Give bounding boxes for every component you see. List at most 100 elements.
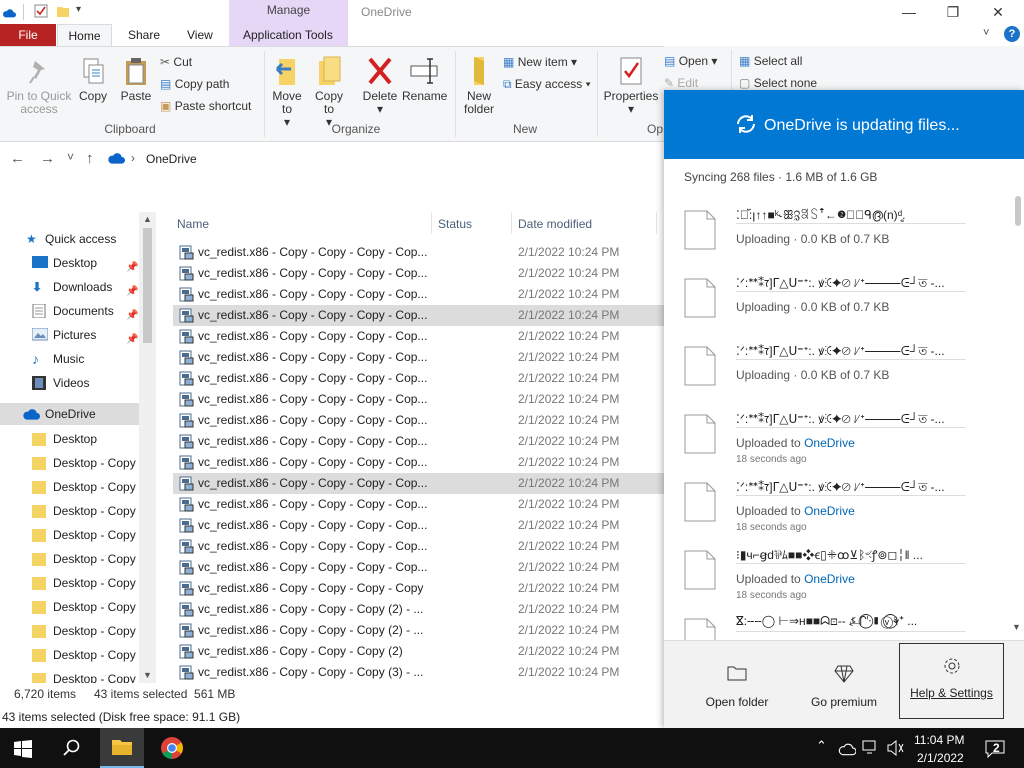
easy-access-button[interactable]: ⧉ Easy access ▾ bbox=[503, 75, 591, 93]
column-divider[interactable] bbox=[656, 212, 657, 234]
file-explorer-taskbar-button[interactable] bbox=[100, 728, 144, 768]
activity-item[interactable]: ⁚ᐟ:ᕯ⁑ᰅ]ᒥ△ᑌ⁼ᐩ:. ꝟꖀ✦⊘ ᜱᐩ⸻ᕮ┘ত -... Uploaded … bbox=[684, 410, 1004, 478]
tab-home[interactable]: Home bbox=[57, 24, 112, 47]
recent-locations-button[interactable]: ˅ bbox=[67, 150, 74, 164]
activity-scroll-down-icon[interactable]: ▼ bbox=[1012, 622, 1021, 632]
nav-scroll-up-icon[interactable]: ▲ bbox=[143, 214, 152, 224]
search-icon[interactable] bbox=[63, 739, 81, 757]
network-icon[interactable] bbox=[862, 740, 880, 756]
help-icon[interactable]: ? bbox=[1004, 26, 1020, 42]
file-row[interactable]: vc_redist.x86 - Copy - Copy - Copy - Cop… bbox=[173, 473, 664, 494]
file-row[interactable]: vc_redist.x86 - Copy - Copy - Copy - Cop… bbox=[173, 452, 664, 473]
network-cloud-icon[interactable] bbox=[838, 742, 856, 756]
new-item-button[interactable]: ▦ New item ▾ bbox=[503, 53, 577, 71]
tray-expand-icon[interactable]: ⌃ bbox=[816, 738, 827, 754]
nav-scroll-down-icon[interactable]: ▼ bbox=[143, 670, 152, 680]
file-row[interactable]: vc_redist.x86 - Copy - Copy - Copy - Cop… bbox=[173, 284, 664, 305]
file-row[interactable]: vc_redist.x86 - Copy - Copy - Copy (2) -… bbox=[173, 620, 664, 641]
paste-shortcut-button[interactable]: ▣ Paste shortcut bbox=[160, 97, 251, 115]
new-folder-quick-icon[interactable] bbox=[56, 4, 70, 18]
clock-time[interactable]: 11:04 PM bbox=[914, 733, 964, 747]
file-row[interactable]: vc_redist.x86 - Copy - Copy - Copy - Cop… bbox=[173, 389, 664, 410]
column-date-modified[interactable]: Date modified bbox=[518, 217, 592, 231]
column-divider[interactable] bbox=[431, 212, 432, 234]
file-row[interactable]: vc_redist.x86 - Copy - Copy - Copy - Cop… bbox=[173, 578, 664, 599]
file-row[interactable]: vc_redist.x86 - Copy - Copy - Copy - Cop… bbox=[173, 347, 664, 368]
file-row[interactable]: vc_redist.x86 - Copy - Copy - Copy - Cop… bbox=[173, 305, 664, 326]
nav-onedrive[interactable]: OneDrive bbox=[0, 403, 139, 425]
file-row[interactable]: vc_redist.x86 - Copy - Copy - Copy - Cop… bbox=[173, 326, 664, 347]
file-row[interactable]: vc_redist.x86 - Copy - Copy - Copy - Cop… bbox=[173, 536, 664, 557]
nav-item-documents[interactable]: Documents 📌 bbox=[32, 300, 140, 322]
open-folder-button[interactable]: Open folder bbox=[687, 641, 787, 729]
activity-scrollbar[interactable] bbox=[1015, 196, 1021, 226]
close-button[interactable]: ✕ bbox=[975, 0, 1021, 24]
file-name: vc_redist.x86 - Copy - Copy - Copy (2) -… bbox=[198, 602, 424, 616]
file-row[interactable]: vc_redist.x86 - Copy - Copy - Copy - Cop… bbox=[173, 242, 664, 263]
cut-button[interactable]: ✂ Cut bbox=[160, 53, 192, 71]
file-row[interactable]: vc_redist.x86 - Copy - Copy - Copy (2) 2/… bbox=[173, 641, 664, 662]
nav-scrollbar-thumb[interactable] bbox=[143, 228, 152, 343]
tab-share[interactable]: Share bbox=[128, 24, 160, 46]
address-path[interactable]: OneDrive bbox=[146, 152, 197, 166]
file-row[interactable]: vc_redist.x86 - Copy - Copy - Copy - Cop… bbox=[173, 431, 664, 452]
onedrive-link[interactable]: OneDrive bbox=[804, 504, 855, 518]
clock-date[interactable]: 2/1/2022 bbox=[917, 751, 964, 765]
copy-icon bbox=[83, 58, 104, 84]
file-row[interactable]: vc_redist.x86 - Copy - Copy - Copy - Cop… bbox=[173, 368, 664, 389]
up-button[interactable]: ↑ bbox=[86, 150, 94, 167]
copy-button[interactable]: Copy bbox=[76, 57, 110, 103]
activity-item[interactable]: ⁚:ﬞ᳐ꞁ↑↑■ᵏ˞ꕥℨ꒺ꇙꜛ←❷◣⃝ᑫ൫(n)ᵈ̤̥. Uploading · … bbox=[684, 206, 1004, 274]
file-row[interactable]: vc_redist.x86 - Copy - Copy - Copy - Cop… bbox=[173, 410, 664, 431]
nav-item-pictures[interactable]: Pictures 📌 bbox=[32, 324, 140, 346]
windows-start-icon[interactable] bbox=[14, 740, 32, 758]
properties-button[interactable]: Properties ▾ bbox=[602, 55, 660, 116]
activity-item[interactable]: ⁝▮ч⌐ꞡd⅌ﾑ■■❖ꞓ▯ꔰꝏ⊻ᛒৼꝭ⊚◻╎ǁ ... Uploaded to O… bbox=[684, 546, 1004, 614]
column-divider[interactable] bbox=[511, 212, 512, 234]
tab-file[interactable]: File bbox=[0, 24, 56, 46]
chrome-icon[interactable] bbox=[160, 736, 184, 760]
file-row[interactable]: vc_redist.x86 - Copy - Copy - Copy - Cop… bbox=[173, 494, 664, 515]
help-settings-button[interactable]: Help & Settings bbox=[899, 643, 1004, 719]
activity-item[interactable]: ⁚ᐟ:ᕯ⁑ᰅ]ᒥ△ᑌ⁼ᐩ:. ꝟꖀ✦⊘ ᜱᐩ⸻ᕮ┘ত -... Uploading… bbox=[684, 342, 1004, 410]
file-row[interactable]: vc_redist.x86 - Copy - Copy - Copy (3) -… bbox=[173, 662, 664, 683]
onedrive-link[interactable]: OneDrive bbox=[804, 572, 855, 586]
rename-button[interactable]: Rename bbox=[402, 55, 447, 103]
properties-quick-icon[interactable] bbox=[34, 4, 48, 18]
file-row[interactable]: vc_redist.x86 - Copy - Copy - Copy - Cop… bbox=[173, 557, 664, 578]
file-name: vc_redist.x86 - Copy - Copy - Copy - Cop… bbox=[198, 497, 428, 511]
volume-icon[interactable] bbox=[886, 740, 904, 756]
maximize-button[interactable]: ❐ bbox=[930, 0, 976, 24]
go-premium-button[interactable]: Go premium bbox=[794, 641, 894, 729]
open-dropdown[interactable]: ▤ Open ▾ bbox=[664, 52, 717, 70]
move-to-button[interactable]: Move to ▾ bbox=[270, 55, 304, 129]
file-row[interactable]: vc_redist.x86 - Copy - Copy - Copy (2) -… bbox=[173, 599, 664, 620]
onedrive-link[interactable]: OneDrive bbox=[804, 436, 855, 450]
activity-item[interactable]: ⁚ᐟ:ᕯ⁑ᰅ]ᒥ△ᑌ⁼ᐩ:. ꝟꖀ✦⊘ ᜱᐩ⸻ᕮ┘ত -... Uploading… bbox=[684, 274, 1004, 342]
column-name[interactable]: Name bbox=[177, 217, 209, 231]
properties-icon bbox=[620, 57, 642, 85]
select-all-button[interactable]: ▦ Select all bbox=[739, 52, 802, 70]
back-button[interactable]: ← bbox=[10, 150, 25, 167]
file-row[interactable]: vc_redist.x86 - Copy - Copy - Copy - Cop… bbox=[173, 263, 664, 284]
column-status[interactable]: Status bbox=[438, 217, 472, 231]
tab-view[interactable]: View bbox=[187, 24, 213, 46]
delete-button[interactable]: Delete ▾ bbox=[360, 55, 400, 116]
minimize-button[interactable]: — bbox=[886, 0, 932, 24]
new-folder-button[interactable]: New folder bbox=[460, 55, 498, 116]
quick-access-dropdown[interactable]: ▾ bbox=[76, 4, 81, 15]
copy-path-button[interactable]: ▤ Copy path bbox=[160, 75, 229, 93]
installer-file-icon bbox=[179, 308, 194, 323]
nav-item-desktop[interactable]: Desktop 📌 bbox=[32, 252, 140, 274]
activity-item[interactable]: ⁚ᐟ:ᕯ⁑ᰅ]ᒥ△ᑌ⁼ᐩ:. ꝟꖀ✦⊘ ᜱᐩ⸻ᕮ┘ত -... Uploaded … bbox=[684, 478, 1004, 546]
pin-quick-access-button[interactable]: Pin to Quick access bbox=[4, 57, 74, 116]
paste-button[interactable]: Paste bbox=[117, 57, 155, 103]
tab-application-tools[interactable]: Application Tools bbox=[243, 24, 333, 46]
nav-item-downloads[interactable]: ⬇ Downloads 📌 bbox=[32, 276, 140, 298]
installer-file-icon bbox=[179, 266, 194, 281]
copy-to-button[interactable]: Copy to ▾ bbox=[312, 55, 346, 129]
document-icon bbox=[684, 278, 716, 318]
file-row[interactable]: vc_redist.x86 - Copy - Copy - Copy - Cop… bbox=[173, 515, 664, 536]
forward-button[interactable]: → bbox=[40, 150, 55, 167]
ribbon-collapse-icon[interactable]: ˅ bbox=[983, 27, 989, 39]
